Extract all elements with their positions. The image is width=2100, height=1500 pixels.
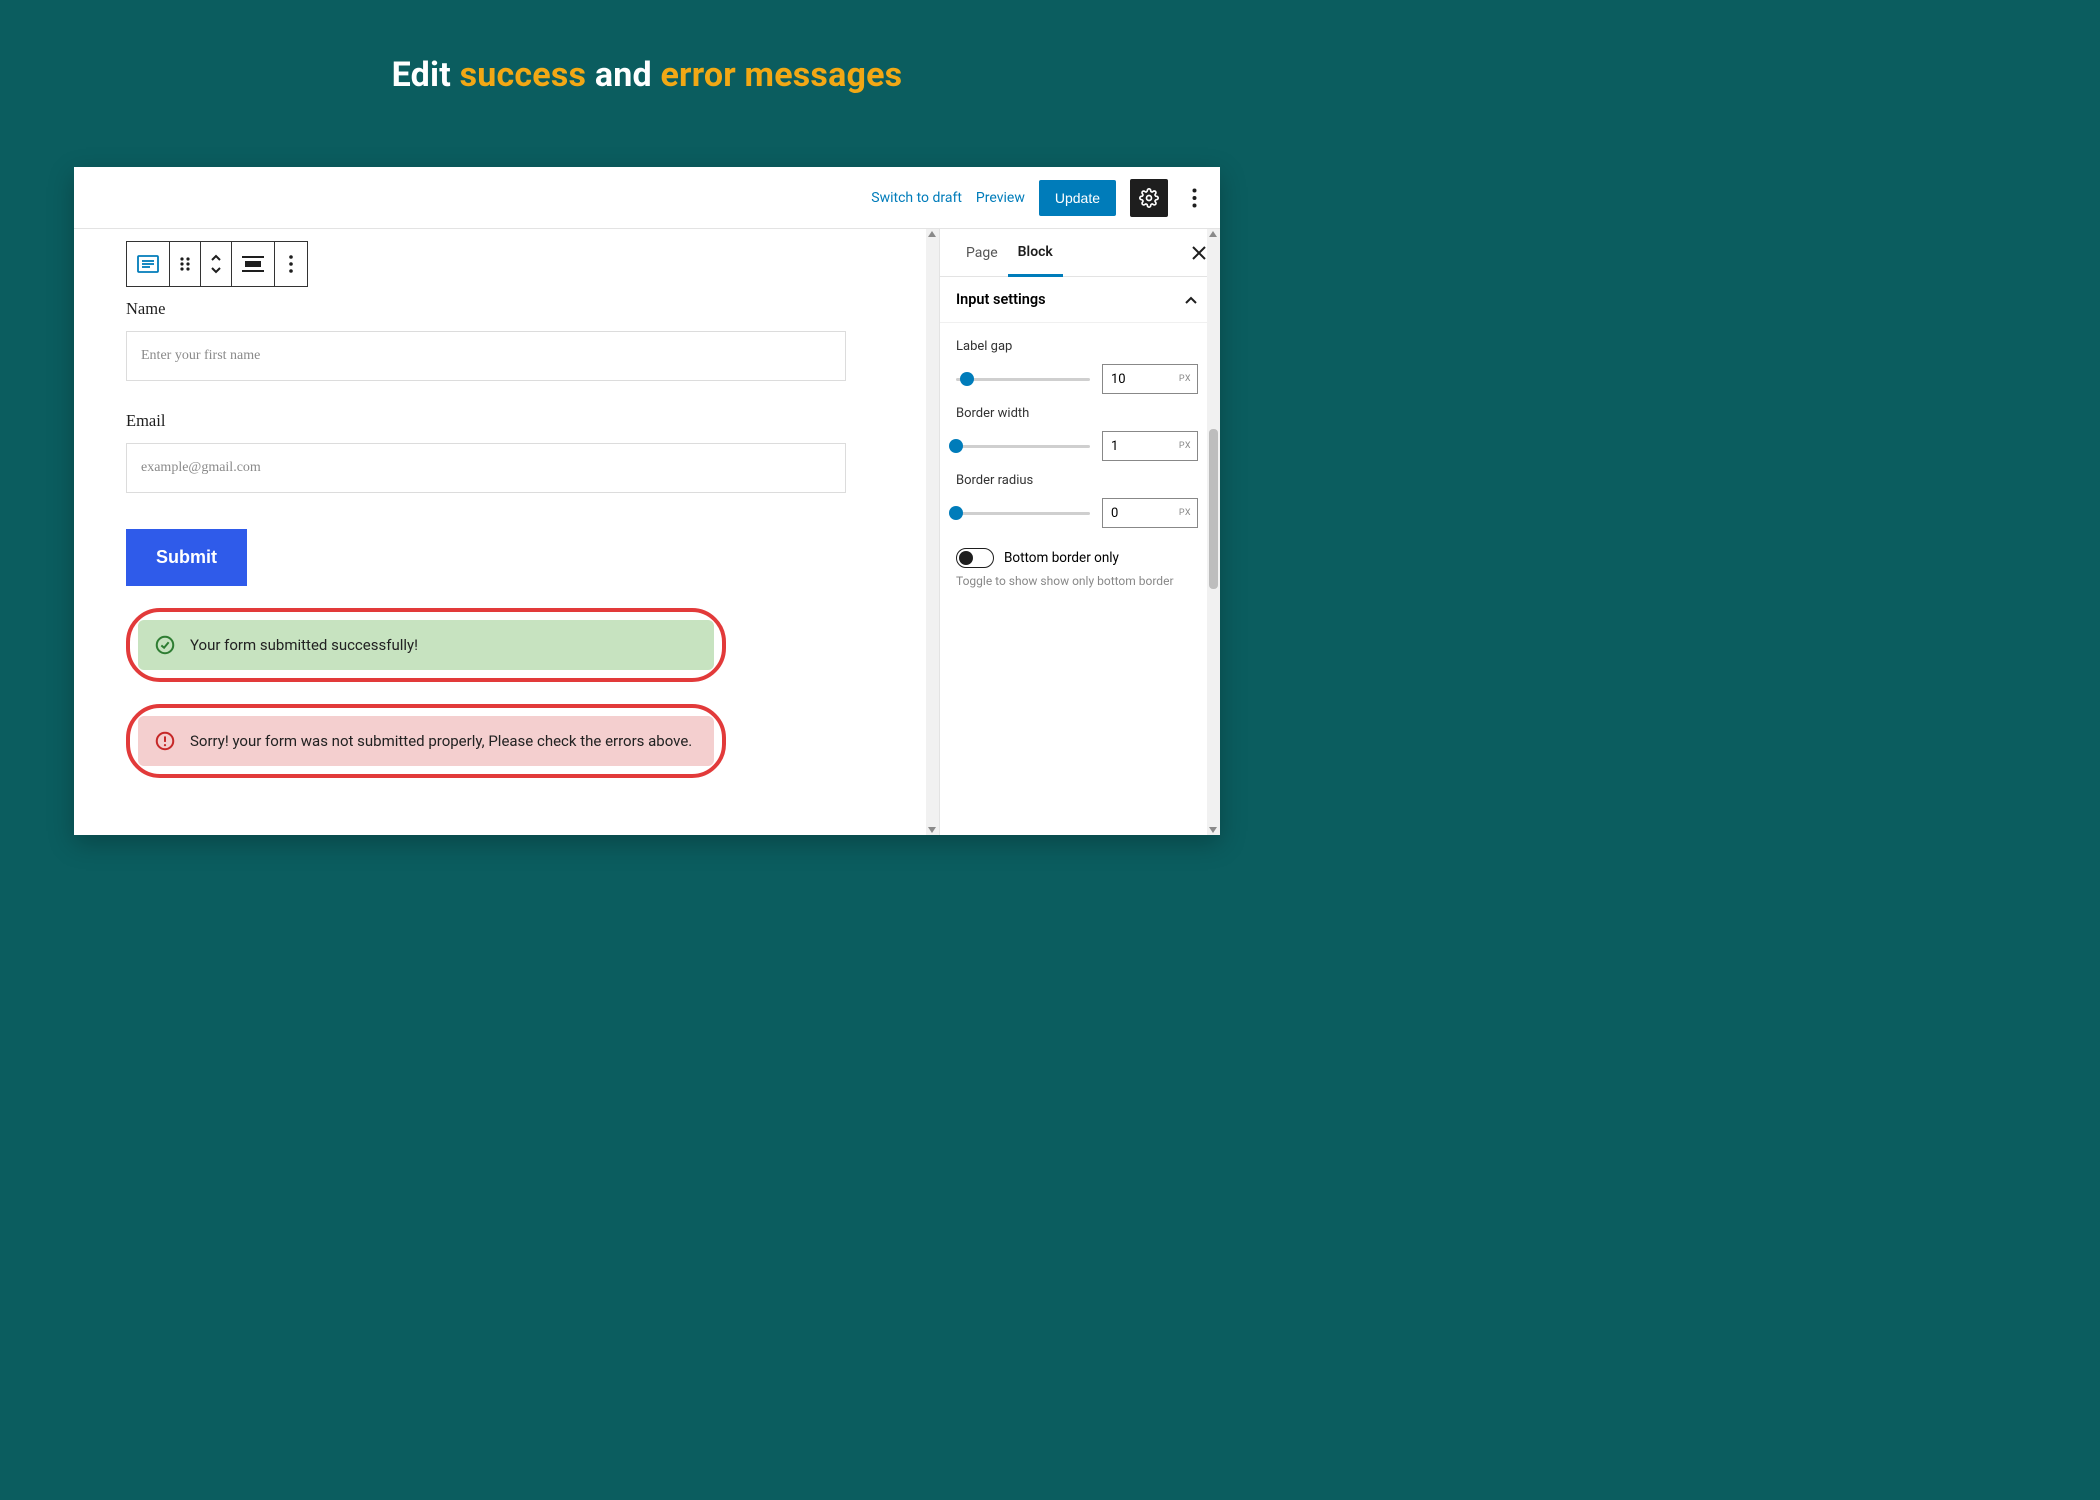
move-updown-button[interactable] — [201, 242, 232, 286]
bottom-border-toggle[interactable] — [956, 548, 994, 568]
label-gap-slider[interactable] — [956, 378, 1090, 381]
canvas-scrollbar[interactable] — [926, 229, 939, 835]
block-type-button[interactable] — [127, 242, 170, 286]
success-message[interactable]: Your form submitted successfully! — [138, 620, 714, 670]
alert-circle-icon — [154, 730, 176, 752]
slider-thumb[interactable] — [960, 372, 974, 386]
input-settings-body: Label gap 10 PX Border width — [940, 323, 1220, 604]
hero-title: Edit success and error messages — [0, 0, 1294, 135]
label-gap-value: 10 — [1111, 372, 1126, 387]
update-button[interactable]: Update — [1039, 180, 1116, 216]
input-settings-header[interactable]: Input settings — [940, 277, 1220, 323]
scroll-up-icon — [1209, 231, 1217, 237]
tab-page[interactable]: Page — [956, 229, 1008, 276]
drag-icon — [178, 255, 192, 273]
label-gap-input[interactable]: 10 PX — [1102, 364, 1198, 394]
unit-label: PX — [1179, 508, 1191, 518]
name-input[interactable]: Enter your first name — [126, 331, 846, 381]
unit-label: PX — [1179, 374, 1191, 384]
unit-label: PX — [1179, 441, 1191, 451]
drag-handle[interactable] — [170, 242, 201, 286]
hero-word-success: success — [460, 55, 587, 95]
tab-block[interactable]: Block — [1008, 230, 1063, 277]
align-icon — [242, 256, 264, 272]
editor-canvas[interactable]: Name Enter your first name Email example… — [74, 229, 940, 835]
label-gap-setting: Label gap 10 PX — [956, 339, 1198, 394]
sidebar-tabs: Page Block — [940, 229, 1220, 277]
bottom-border-toggle-row: Bottom border only — [956, 548, 1198, 568]
border-width-label: Border width — [956, 406, 1198, 421]
scroll-down-icon — [1209, 827, 1217, 833]
kebab-icon — [289, 255, 293, 273]
toggle-help-text: Toggle to show show only bottom border — [956, 574, 1198, 588]
align-button[interactable] — [232, 242, 275, 286]
sidebar-scrollbar[interactable] — [1207, 229, 1220, 835]
border-width-value: 1 — [1111, 439, 1118, 454]
more-options-button[interactable] — [1182, 179, 1206, 217]
name-label: Name — [126, 299, 879, 319]
scroll-down-icon — [928, 827, 936, 833]
settings-button[interactable] — [1130, 179, 1168, 217]
editor-window: Switch to draft Preview Update — [74, 167, 1220, 835]
block-more-button[interactable] — [275, 242, 307, 286]
scrollbar-thumb[interactable] — [1209, 429, 1218, 589]
switch-to-draft-link[interactable]: Switch to draft — [871, 190, 962, 206]
scroll-up-icon — [928, 231, 936, 237]
section-title: Input settings — [956, 291, 1046, 308]
border-width-setting: Border width 1 PX — [956, 406, 1198, 461]
block-toolbar — [126, 241, 308, 287]
preview-link[interactable]: Preview — [976, 190, 1025, 206]
hero-word-and: and — [586, 55, 660, 95]
toggle-knob — [959, 551, 973, 565]
success-text: Your form submitted successfully! — [190, 635, 418, 655]
check-circle-icon — [154, 634, 176, 656]
error-message[interactable]: Sorry! your form was not submitted prope… — [138, 716, 714, 766]
hero-word-edit: Edit — [392, 55, 460, 95]
kebab-icon — [1192, 188, 1197, 208]
chevron-up-icon — [1184, 295, 1198, 305]
label-gap-label: Label gap — [956, 339, 1198, 354]
border-radius-value: 0 — [1111, 506, 1118, 521]
border-radius-slider[interactable] — [956, 512, 1090, 515]
border-radius-input[interactable]: 0 PX — [1102, 498, 1198, 528]
error-text: Sorry! your form was not submitted prope… — [190, 731, 692, 751]
slider-thumb[interactable] — [949, 506, 963, 520]
success-annotation: Your form submitted successfully! — [126, 608, 726, 682]
border-radius-label: Border radius — [956, 473, 1198, 488]
error-annotation: Sorry! your form was not submitted prope… — [126, 704, 726, 778]
email-input[interactable]: example@gmail.com — [126, 443, 846, 493]
submit-button[interactable]: Submit — [126, 529, 247, 586]
hero-word-error: error messages — [661, 55, 903, 95]
form-block: Name Enter your first name Email example… — [126, 299, 879, 800]
slider-thumb[interactable] — [949, 439, 963, 453]
settings-sidebar: Page Block Input settings Label gap — [940, 229, 1220, 835]
toggle-label: Bottom border only — [1004, 550, 1119, 566]
close-icon — [1192, 246, 1206, 260]
chevron-updown-icon — [209, 253, 223, 275]
border-width-input[interactable]: 1 PX — [1102, 431, 1198, 461]
gear-icon — [1139, 188, 1159, 208]
border-radius-setting: Border radius 0 PX — [956, 473, 1198, 528]
border-width-slider[interactable] — [956, 445, 1090, 448]
editor-topbar: Switch to draft Preview Update — [74, 167, 1220, 229]
form-block-icon — [137, 255, 159, 273]
email-label: Email — [126, 411, 879, 431]
